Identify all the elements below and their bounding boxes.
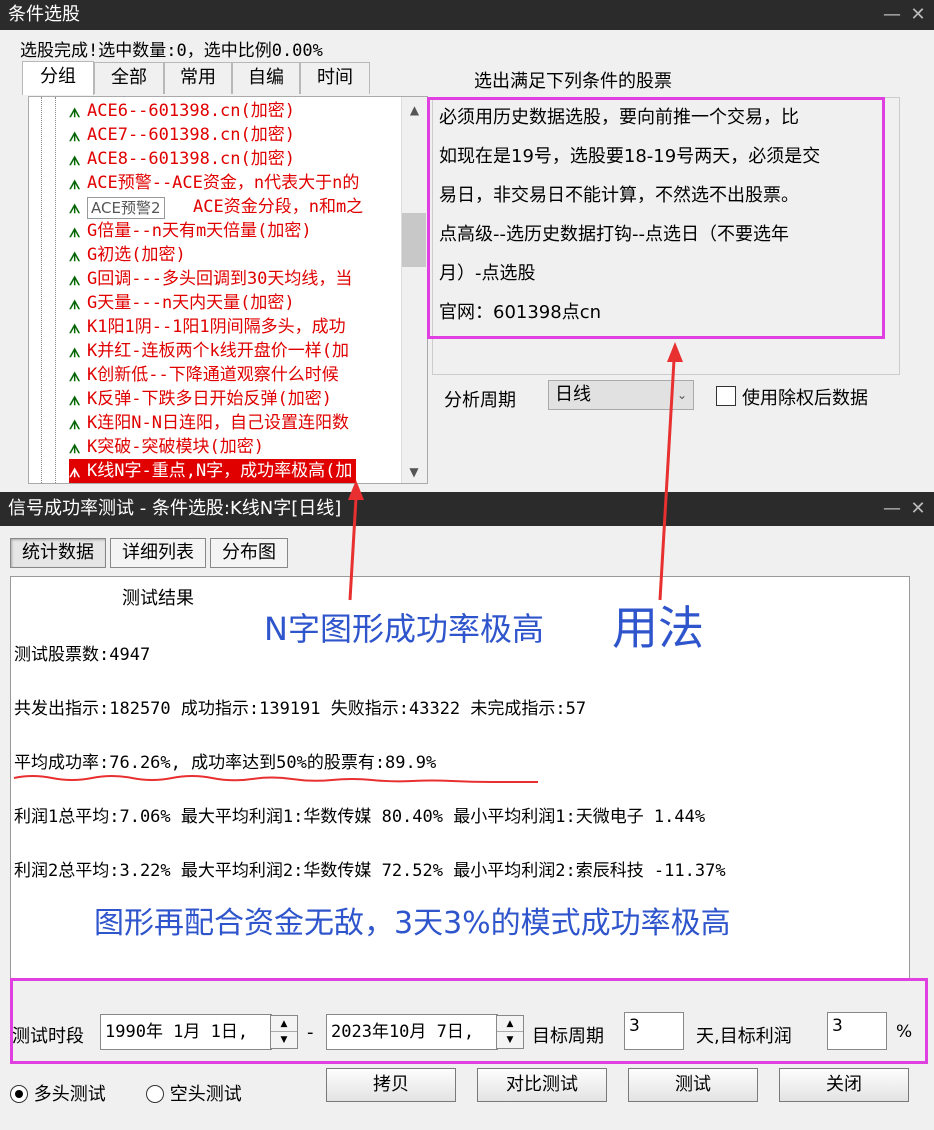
target-profit-label: 天,目标利润	[696, 1026, 792, 1047]
close-button[interactable]: 关闭	[779, 1068, 909, 1102]
spin-down-icon: ▼	[280, 1035, 288, 1045]
target-period-input[interactable]: 3	[624, 1012, 684, 1050]
short-test-radio[interactable]: 空头测试	[146, 1080, 242, 1106]
end-date-field[interactable]: 2023年10月 7日,	[326, 1014, 498, 1050]
long-test-radio[interactable]: 多头测试	[10, 1080, 106, 1106]
spin-up-icon: ▲	[497, 1016, 523, 1032]
start-date-spinner[interactable]: ▲ ▼	[270, 1015, 298, 1049]
compare-test-button[interactable]: 对比测试	[477, 1068, 607, 1102]
test-period-label: 测试时段	[12, 1026, 84, 1047]
target-period-label: 目标周期	[532, 1026, 604, 1047]
date-dash: -	[307, 1022, 314, 1043]
end-date-spinner[interactable]: ▲ ▼	[496, 1015, 524, 1049]
copy-button[interactable]: 拷贝	[326, 1068, 456, 1102]
spin-down-icon: ▼	[506, 1035, 514, 1045]
radio-icon	[146, 1085, 164, 1103]
spin-up-icon: ▲	[271, 1016, 297, 1032]
annotation-arrows	[348, 342, 683, 601]
start-date-field[interactable]: 1990年 1月 1日,	[100, 1014, 272, 1050]
test-button[interactable]: 测试	[628, 1068, 758, 1102]
radio-checked-icon	[10, 1085, 28, 1103]
target-profit-input[interactable]: 3	[827, 1012, 887, 1050]
percent-label: %	[896, 1022, 913, 1042]
